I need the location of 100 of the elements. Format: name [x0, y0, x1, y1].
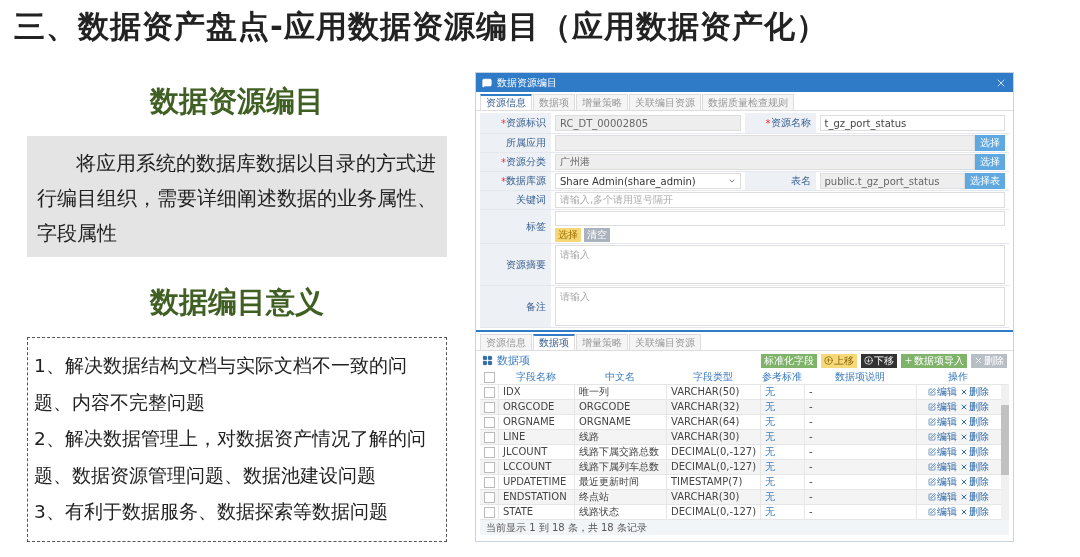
- close-icon: [959, 463, 968, 471]
- edit-link[interactable]: 编辑: [927, 491, 957, 503]
- description-text: 将应用系统的数据库数据以目录的方式进行编目组织，需要详细阐述数据的业务属性、字段属性: [27, 136, 447, 257]
- edit-link[interactable]: 编辑: [927, 476, 957, 488]
- checkbox[interactable]: [483, 417, 495, 428]
- checkbox[interactable]: [483, 432, 495, 443]
- edit-icon: [927, 448, 936, 456]
- caret-icon: [727, 177, 736, 185]
- text-field[interactable]: RC_DT_00002805: [555, 115, 741, 131]
- edit-icon: [927, 433, 936, 441]
- edit-link[interactable]: 编辑: [927, 401, 957, 413]
- table-cell: ORGNAME: [498, 415, 574, 429]
- table-cell: 线路下属交路总数: [574, 445, 666, 459]
- checkbox[interactable]: [483, 402, 495, 413]
- table-cell: 最近更新时间: [574, 475, 666, 489]
- column-header: 中文名: [604, 370, 636, 384]
- table-cell: UPDATETIME: [498, 475, 574, 489]
- tag-button[interactable]: 选择: [555, 228, 581, 242]
- grid-icon: [482, 355, 493, 366]
- checkbox[interactable]: [483, 507, 495, 518]
- tab[interactable]: 数据项: [533, 334, 575, 350]
- list-item: 1、解决数据结构文档与实际文档不一致的问题、内容不完整问题: [34, 354, 408, 415]
- edit-icon: [927, 478, 936, 486]
- delete-link[interactable]: 删除: [959, 386, 989, 398]
- table-cell: 线路下属列车总数: [574, 460, 666, 474]
- table-cell: 线路: [574, 430, 666, 444]
- table-cell: 无: [760, 460, 804, 474]
- checkbox[interactable]: [483, 387, 495, 398]
- edit-link[interactable]: 编辑: [927, 461, 957, 473]
- checkbox[interactable]: [483, 477, 495, 488]
- table-cell: ENDSTATION: [498, 490, 574, 504]
- close-icon: [974, 356, 983, 365]
- table-cell: -: [804, 505, 916, 519]
- delete-link[interactable]: 删除: [959, 431, 989, 443]
- window-title: 数据资源编目: [497, 75, 558, 90]
- edit-link[interactable]: 编辑: [927, 386, 957, 398]
- table-cell: 无: [760, 445, 804, 459]
- delete-link[interactable]: 删除: [959, 506, 989, 518]
- edit-link[interactable]: 编辑: [927, 506, 957, 518]
- table-cell: -: [804, 400, 916, 414]
- close-icon: [959, 508, 968, 516]
- field-label: 标签: [480, 210, 551, 243]
- table-cell: VARCHAR(50): [666, 385, 760, 399]
- close-icon: [959, 418, 968, 426]
- text-field[interactable]: 广州港: [555, 154, 975, 170]
- tab[interactable]: 资源信息: [480, 94, 532, 110]
- table-cell: STATE: [498, 505, 574, 519]
- edit-link[interactable]: 编辑: [927, 416, 957, 428]
- text-field[interactable]: public.t_gz_port_status: [819, 173, 965, 189]
- text-field[interactable]: [555, 135, 975, 151]
- delete-link[interactable]: 删除: [959, 446, 989, 458]
- field-label: *资源标识: [480, 113, 551, 133]
- edit-icon: [927, 463, 936, 471]
- table-cell: ORGCODE: [498, 400, 574, 414]
- edit-link[interactable]: 编辑: [927, 431, 957, 443]
- field-label: 所属应用: [480, 134, 551, 152]
- arrow-up-icon: [824, 356, 833, 365]
- table-cell: 无: [760, 475, 804, 489]
- table-cell: JLCOUNT: [498, 445, 574, 459]
- table-cell: VARCHAR(30): [666, 490, 760, 504]
- tag-field[interactable]: [555, 211, 1005, 226]
- delete-link[interactable]: 删除: [959, 461, 989, 473]
- column-header: 字段类型: [692, 370, 734, 384]
- field-label: *数据库源: [480, 172, 551, 190]
- table-cell: 无: [760, 415, 804, 429]
- delete-link[interactable]: 删除: [959, 416, 989, 428]
- slide-title: 三、数据资产盘点-应用数据资源编目（应用数据资产化）: [13, 7, 829, 46]
- plus-icon: [904, 356, 913, 365]
- toolbar-button[interactable]: 下移: [861, 353, 897, 368]
- table-cell: ORGCODE: [574, 400, 666, 414]
- scrollbar[interactable]: [1001, 385, 1009, 520]
- edit-link[interactable]: 编辑: [927, 446, 957, 458]
- table-cell: 唯一列: [574, 385, 666, 399]
- column-header: 字段名称: [515, 370, 557, 384]
- pagination-text: 当前显示 1 到 18 条，共 18 条记录: [480, 520, 1009, 535]
- table-cell: TIMESTAMP(7): [666, 475, 760, 489]
- table-cell: 无: [760, 490, 804, 504]
- delete-link[interactable]: 删除: [959, 476, 989, 488]
- delete-link[interactable]: 删除: [959, 491, 989, 503]
- table-cell: 无: [760, 400, 804, 414]
- close-icon: [959, 433, 968, 441]
- field-label: *资源名称: [744, 113, 816, 133]
- table-cell: DECIMAL(0,-127): [666, 445, 760, 459]
- checkbox[interactable]: [483, 372, 495, 383]
- table-cell: VARCHAR(64): [666, 415, 760, 429]
- text-field[interactable]: t_gz_port_status: [819, 115, 1005, 131]
- edit-icon: [927, 403, 936, 411]
- delete-link[interactable]: 删除: [959, 401, 989, 413]
- table-cell: -: [804, 460, 916, 474]
- section-heading: 数据资源编目: [150, 83, 324, 120]
- table-cell: -: [804, 430, 916, 444]
- close-icon: [959, 448, 968, 456]
- checkbox[interactable]: [483, 447, 495, 458]
- checkbox[interactable]: [483, 492, 495, 503]
- table-cell: LINE: [498, 430, 574, 444]
- toolbar-button[interactable]: 上移: [821, 353, 857, 368]
- dropdown-field[interactable]: Share Admin(share_admin): [555, 173, 741, 189]
- table-cell: DECIMAL(0,-127): [666, 460, 760, 474]
- column-header: 数据项说明: [834, 370, 886, 384]
- checkbox[interactable]: [483, 462, 495, 473]
